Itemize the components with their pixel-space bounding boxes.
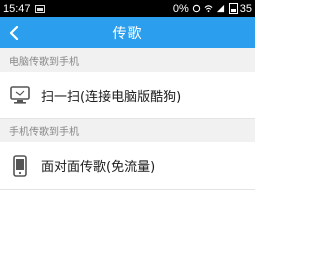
scan-qr-label: 扫一扫(连接电脑版酷狗) <box>41 89 182 105</box>
phone-icon <box>9 154 31 177</box>
section-header-pc-to-phone: 电脑传歌到手机 <box>0 48 255 72</box>
back-button[interactable] <box>7 24 21 41</box>
image-notification-icon <box>34 4 45 13</box>
empty-area <box>0 190 255 256</box>
battery-icon <box>228 3 238 14</box>
status-time: 15:47 <box>3 2 31 15</box>
page-title: 传歌 <box>112 25 143 42</box>
data-percent: 0% <box>172 2 189 15</box>
face-to-face-item[interactable]: 面对面传歌(免流量) <box>0 142 255 190</box>
section-header-phone-to-phone: 手机传歌到手机 <box>0 119 255 142</box>
title-bar: 传歌 <box>0 17 255 48</box>
wifi-icon <box>204 5 213 13</box>
battery-level: 35 <box>239 2 252 15</box>
cell-signal-icon <box>216 4 224 13</box>
scan-qr-item[interactable]: 扫一扫(连接电脑版酷狗) <box>0 72 255 119</box>
face-to-face-label: 面对面传歌(免流量) <box>41 160 156 175</box>
status-bar: 15:47 0% 35 <box>0 0 255 17</box>
sync-icon <box>192 4 200 13</box>
monitor-icon <box>9 84 31 106</box>
chevron-left-icon <box>9 25 19 40</box>
